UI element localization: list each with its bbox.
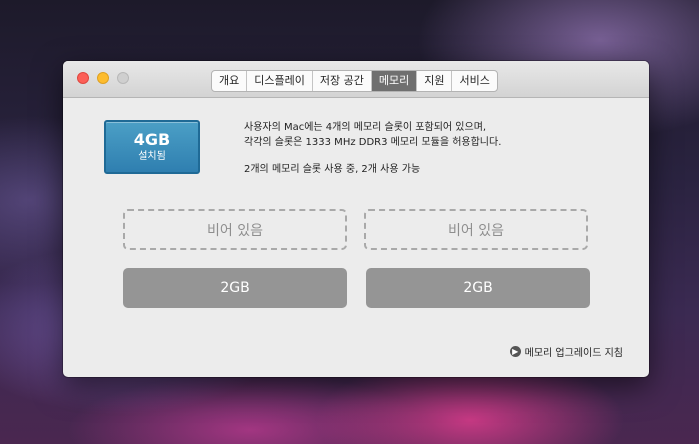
minimize-button[interactable] — [97, 72, 109, 84]
about-this-mac-window: 개요 디스플레이 저장 공간 메모리 지원 서비스 4GB 설치됨 사용자의 M… — [63, 61, 649, 377]
memory-upgrade-label: 메모리 업그레이드 지침 — [524, 348, 623, 359]
tab-storage[interactable]: 저장 공간 — [313, 71, 372, 91]
close-button[interactable] — [77, 72, 89, 84]
memory-panel: 4GB 설치됨 사용자의 Mac에는 4개의 메모리 슬롯이 포함되어 있으며,… — [63, 98, 649, 377]
memory-installed-badge: 4GB 설치됨 — [104, 120, 200, 174]
memory-slot-4: 2GB — [366, 268, 590, 308]
memory-description: 사용자의 Mac에는 4개의 메모리 슬롯이 포함되어 있으며, 각각의 슬롯은… — [244, 120, 501, 177]
tab-support[interactable]: 지원 — [417, 71, 453, 91]
zoom-button[interactable] — [117, 72, 129, 84]
memory-slot-2: 비어 있음 — [364, 209, 588, 250]
tab-memory[interactable]: 메모리 — [371, 71, 418, 91]
memory-amount: 4GB — [133, 130, 171, 149]
description-line-2: 각각의 슬롯은 1333 MHz DDR3 메모리 모듈을 허용합니다. — [244, 137, 502, 148]
title-bar: 개요 디스플레이 저장 공간 메모리 지원 서비스 — [63, 61, 649, 98]
tab-displays[interactable]: 디스플레이 — [247, 71, 313, 91]
memory-upgrade-link[interactable]: ▶ 메모리 업그레이드 지침 — [509, 344, 623, 359]
arrow-right-circle-icon: ▶ — [509, 346, 521, 357]
memory-status: 설치됨 — [138, 151, 166, 162]
memory-slot-1: 비어 있음 — [123, 209, 347, 250]
tab-overview[interactable]: 개요 — [212, 71, 248, 91]
description-line-1: 사용자의 Mac에는 4개의 메모리 슬롯이 포함되어 있으며, — [244, 122, 487, 133]
memory-slot-3: 2GB — [123, 268, 347, 308]
slot-usage-text: 2개의 메모리 슬롯 사용 중, 2개 사용 가능 — [244, 164, 421, 175]
tab-service[interactable]: 서비스 — [452, 71, 496, 91]
tab-bar: 개요 디스플레이 저장 공간 메모리 지원 서비스 — [211, 70, 498, 92]
